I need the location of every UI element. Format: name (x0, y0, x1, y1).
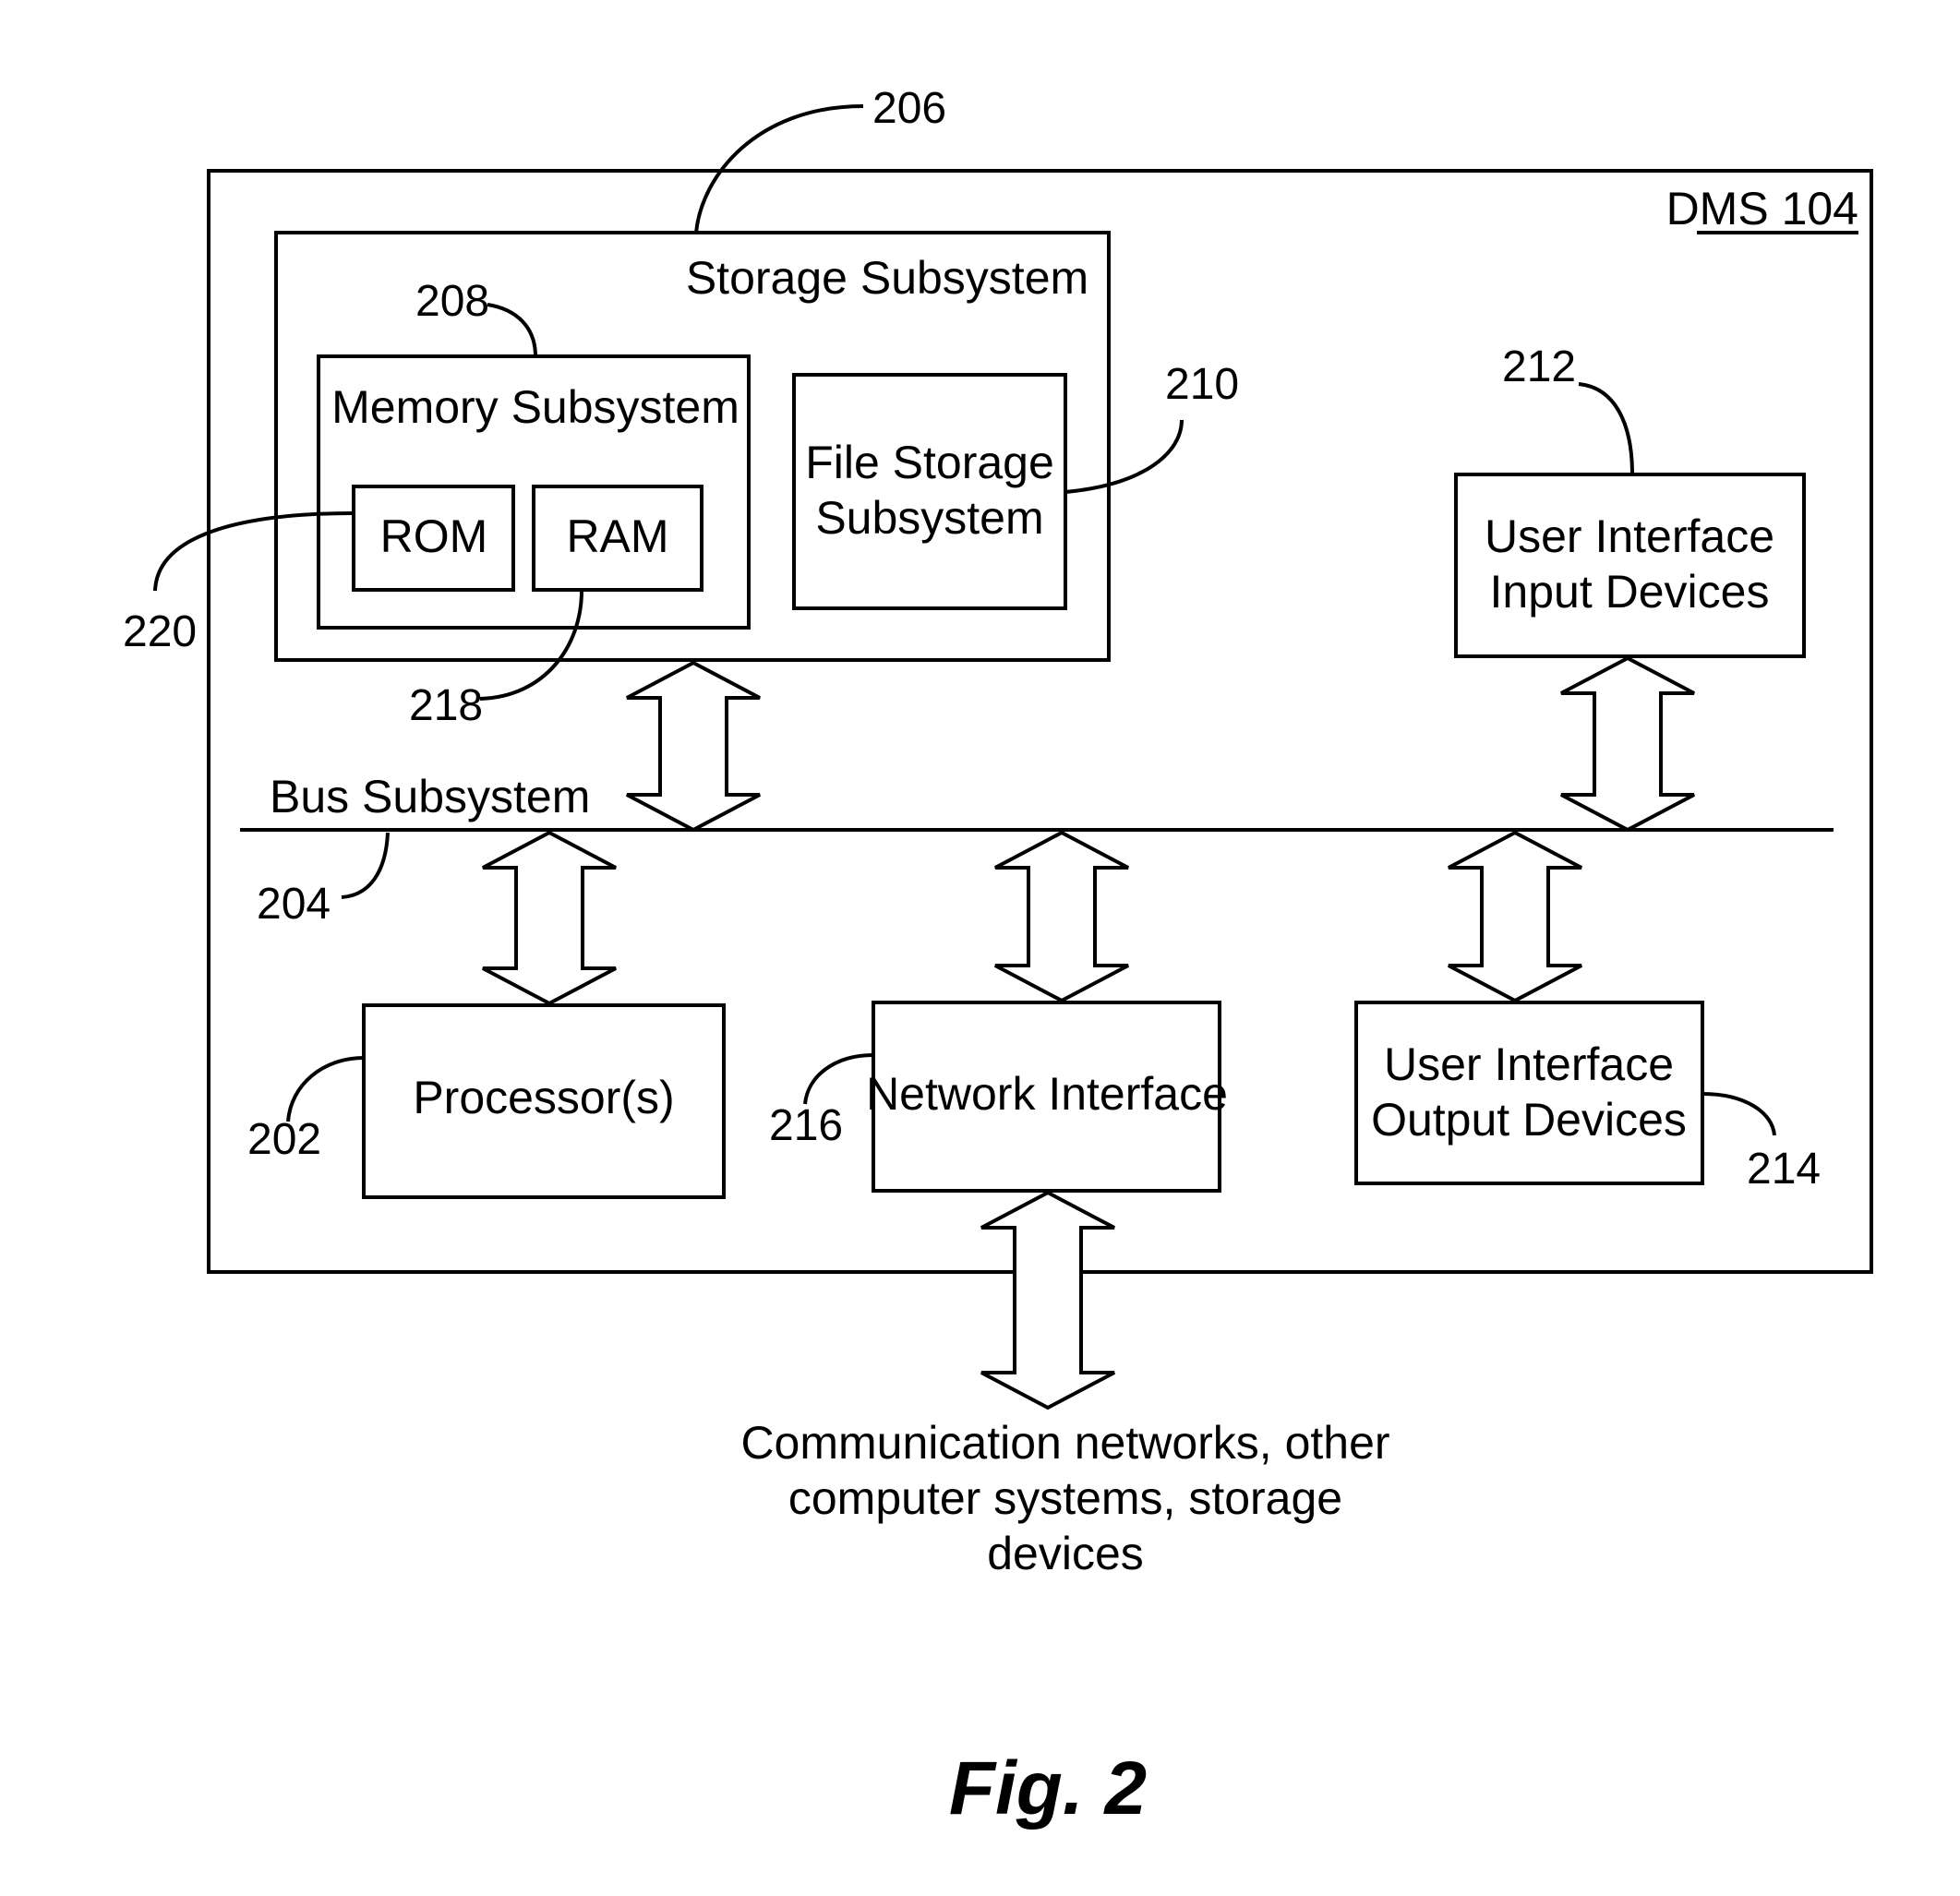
ref-216: 216 (769, 1101, 843, 1150)
dms-label: DMS 104 (1666, 183, 1858, 234)
ref-212: 212 (1502, 342, 1576, 391)
ram-label: RAM (566, 510, 668, 562)
ui-output-box (1354, 1001, 1704, 1185)
ref-208: 208 (415, 277, 489, 326)
file-storage-label-line2: Subsystem (815, 492, 1043, 544)
file-storage-label-line1: File Storage (805, 437, 1054, 488)
external-label-line2: computer systems, storage (788, 1472, 1342, 1524)
ref-202: 202 (247, 1115, 321, 1164)
ui-output-label-line2: Output Devices (1371, 1094, 1687, 1146)
bus-label: Bus Subsystem (270, 771, 590, 822)
ui-output-label-line1: User Interface (1384, 1038, 1674, 1090)
leader-204 (341, 832, 390, 899)
ref-204: 204 (257, 880, 331, 929)
ref-206: 206 (872, 84, 946, 133)
memory-subsystem-label: Memory Subsystem (331, 381, 740, 433)
arrow-ui-input-bus (1560, 655, 1695, 833)
ref-218: 218 (409, 681, 483, 730)
arrow-bus-processor (482, 830, 617, 1006)
arrow-storage-bus (626, 660, 761, 833)
arrow-network-external (980, 1190, 1115, 1410)
ref-220: 220 (123, 607, 197, 656)
leader-212 (1578, 382, 1634, 475)
leader-216 (803, 1053, 874, 1105)
external-label-line3: devices (987, 1528, 1144, 1579)
processor-label: Processor(s) (413, 1072, 674, 1123)
network-interface-label: Network Interface (866, 1068, 1228, 1120)
leader-214 (1701, 1092, 1776, 1136)
ref-214: 214 (1747, 1145, 1821, 1194)
ref-210: 210 (1165, 360, 1239, 409)
arrow-bus-ui-output (1448, 830, 1582, 1003)
external-label-line1: Communication networks, other (740, 1417, 1389, 1469)
ui-input-label-line1: User Interface (1485, 510, 1774, 562)
figure-caption: Fig. 2 (949, 1746, 1147, 1830)
storage-subsystem-label: Storage Subsystem (686, 252, 1088, 304)
ui-input-label-line2: Input Devices (1490, 566, 1770, 618)
arrow-bus-network (994, 830, 1129, 1003)
leader-202 (286, 1056, 365, 1122)
rom-label: ROM (380, 510, 488, 562)
block-diagram: DMS 104 Storage Subsystem 206 Memory Sub… (123, 84, 1873, 1830)
